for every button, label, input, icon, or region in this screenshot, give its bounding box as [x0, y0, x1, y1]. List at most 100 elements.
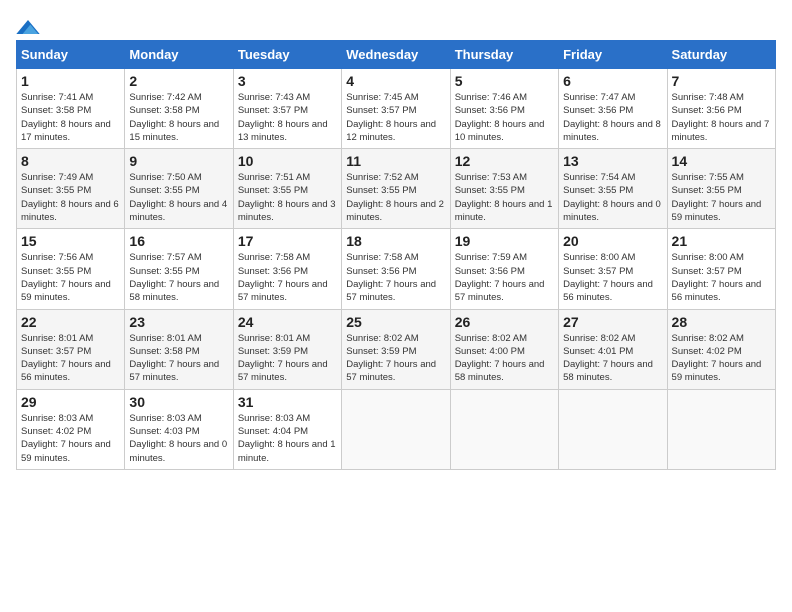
day-number: 28 — [672, 314, 771, 330]
day-number: 24 — [238, 314, 337, 330]
col-header-tuesday: Tuesday — [233, 41, 341, 69]
day-number: 30 — [129, 394, 228, 410]
calendar-cell — [342, 389, 450, 469]
calendar-cell: 7 Sunrise: 7:48 AMSunset: 3:56 PMDaylight… — [667, 69, 775, 149]
day-detail: Sunrise: 8:02 AMSunset: 4:01 PMDaylight:… — [563, 333, 653, 384]
col-header-thursday: Thursday — [450, 41, 558, 69]
day-number: 19 — [455, 233, 554, 249]
calendar-cell: 13 Sunrise: 7:54 AMSunset: 3:55 PMDayligh… — [559, 149, 667, 229]
day-detail: Sunrise: 8:02 AMSunset: 4:00 PMDaylight:… — [455, 333, 545, 384]
calendar-cell: 18Sunrise: 7:58 AMSunset: 3:56 PMDayligh… — [342, 229, 450, 309]
day-detail: Sunrise: 7:58 AMSunset: 3:56 PMDaylight:… — [346, 252, 436, 303]
day-number: 14 — [672, 153, 771, 169]
day-number: 16 — [129, 233, 228, 249]
day-detail: Sunrise: 8:03 AMSunset: 4:04 PMDaylight:… — [238, 413, 336, 464]
day-number: 25 — [346, 314, 445, 330]
day-detail: Sunrise: 7:55 AMSunset: 3:55 PMDaylight:… — [672, 172, 762, 223]
col-header-sunday: Sunday — [17, 41, 125, 69]
calendar-week-row: 15Sunrise: 7:56 AMSunset: 3:55 PMDayligh… — [17, 229, 776, 309]
day-detail: Sunrise: 7:58 AMSunset: 3:56 PMDaylight:… — [238, 252, 328, 303]
day-detail: Sunrise: 7:53 AMSunset: 3:55 PMDaylight:… — [455, 172, 553, 223]
calendar-cell: 31 Sunrise: 8:03 AMSunset: 4:04 PMDayligh… — [233, 389, 341, 469]
day-number: 31 — [238, 394, 337, 410]
calendar-cell: 21 Sunrise: 8:00 AMSunset: 3:57 PMDayligh… — [667, 229, 775, 309]
day-detail: Sunrise: 7:41 AMSunset: 3:58 PMDaylight:… — [21, 92, 111, 143]
calendar-cell: 17 Sunrise: 7:58 AMSunset: 3:56 PMDayligh… — [233, 229, 341, 309]
day-number: 17 — [238, 233, 337, 249]
day-number: 22 — [21, 314, 120, 330]
col-header-wednesday: Wednesday — [342, 41, 450, 69]
day-detail: Sunrise: 7:46 AMSunset: 3:56 PMDaylight:… — [455, 92, 545, 143]
day-detail: Sunrise: 8:02 AMSunset: 3:59 PMDaylight:… — [346, 333, 436, 384]
day-detail: Sunrise: 7:52 AMSunset: 3:55 PMDaylight:… — [346, 172, 444, 223]
day-number: 27 — [563, 314, 662, 330]
calendar-table: SundayMondayTuesdayWednesdayThursdayFrid… — [16, 40, 776, 470]
day-detail: Sunrise: 7:47 AMSunset: 3:56 PMDaylight:… — [563, 92, 661, 143]
day-detail: Sunrise: 7:50 AMSunset: 3:55 PMDaylight:… — [129, 172, 227, 223]
day-number: 7 — [672, 73, 771, 89]
day-detail: Sunrise: 8:03 AMSunset: 4:02 PMDaylight:… — [21, 413, 111, 464]
logo-icon — [16, 20, 40, 34]
calendar-cell: 14 Sunrise: 7:55 AMSunset: 3:55 PMDayligh… — [667, 149, 775, 229]
calendar-cell: 28 Sunrise: 8:02 AMSunset: 4:02 PMDayligh… — [667, 309, 775, 389]
calendar-cell: 27 Sunrise: 8:02 AMSunset: 4:01 PMDayligh… — [559, 309, 667, 389]
day-detail: Sunrise: 7:56 AMSunset: 3:55 PMDaylight:… — [21, 252, 111, 303]
day-detail: Sunrise: 8:01 AMSunset: 3:59 PMDaylight:… — [238, 333, 328, 384]
day-detail: Sunrise: 7:54 AMSunset: 3:55 PMDaylight:… — [563, 172, 661, 223]
day-number: 9 — [129, 153, 228, 169]
day-number: 21 — [672, 233, 771, 249]
day-detail: Sunrise: 7:45 AMSunset: 3:57 PMDaylight:… — [346, 92, 436, 143]
day-detail: Sunrise: 8:00 AMSunset: 3:57 PMDaylight:… — [672, 252, 762, 303]
calendar-cell: 22 Sunrise: 8:01 AMSunset: 3:57 PMDayligh… — [17, 309, 125, 389]
calendar-cell — [667, 389, 775, 469]
col-header-friday: Friday — [559, 41, 667, 69]
day-detail: Sunrise: 8:01 AMSunset: 3:58 PMDaylight:… — [129, 333, 219, 384]
logo — [16, 20, 42, 34]
day-detail: Sunrise: 8:02 AMSunset: 4:02 PMDaylight:… — [672, 333, 762, 384]
calendar-week-row: 29Sunrise: 8:03 AMSunset: 4:02 PMDayligh… — [17, 389, 776, 469]
calendar-cell: 16 Sunrise: 7:57 AMSunset: 3:55 PMDayligh… — [125, 229, 233, 309]
day-detail: Sunrise: 8:03 AMSunset: 4:03 PMDaylight:… — [129, 413, 227, 464]
col-header-saturday: Saturday — [667, 41, 775, 69]
day-number: 5 — [455, 73, 554, 89]
day-number: 23 — [129, 314, 228, 330]
day-number: 20 — [563, 233, 662, 249]
day-number: 8 — [21, 153, 120, 169]
calendar-cell: 3 Sunrise: 7:43 AMSunset: 3:57 PMDaylight… — [233, 69, 341, 149]
day-number: 10 — [238, 153, 337, 169]
calendar-cell: 1 Sunrise: 7:41 AMSunset: 3:58 PMDaylight… — [17, 69, 125, 149]
calendar-cell — [450, 389, 558, 469]
calendar-cell: 25 Sunrise: 8:02 AMSunset: 3:59 PMDayligh… — [342, 309, 450, 389]
calendar-cell: 9 Sunrise: 7:50 AMSunset: 3:55 PMDaylight… — [125, 149, 233, 229]
day-detail: Sunrise: 7:43 AMSunset: 3:57 PMDaylight:… — [238, 92, 328, 143]
day-detail: Sunrise: 8:01 AMSunset: 3:57 PMDaylight:… — [21, 333, 111, 384]
day-detail: Sunrise: 7:48 AMSunset: 3:56 PMDaylight:… — [672, 92, 770, 143]
calendar-cell: 26Sunrise: 8:02 AMSunset: 4:00 PMDayligh… — [450, 309, 558, 389]
calendar-cell: 2 Sunrise: 7:42 AMSunset: 3:58 PMDaylight… — [125, 69, 233, 149]
day-number: 12 — [455, 153, 554, 169]
day-number: 13 — [563, 153, 662, 169]
calendar-week-row: 1 Sunrise: 7:41 AMSunset: 3:58 PMDaylight… — [17, 69, 776, 149]
calendar-cell: 15Sunrise: 7:56 AMSunset: 3:55 PMDayligh… — [17, 229, 125, 309]
day-number: 1 — [21, 73, 120, 89]
calendar-cell: 8Sunrise: 7:49 AMSunset: 3:55 PMDaylight… — [17, 149, 125, 229]
day-detail: Sunrise: 7:59 AMSunset: 3:56 PMDaylight:… — [455, 252, 545, 303]
col-header-monday: Monday — [125, 41, 233, 69]
day-detail: Sunrise: 7:42 AMSunset: 3:58 PMDaylight:… — [129, 92, 219, 143]
calendar-cell: 12 Sunrise: 7:53 AMSunset: 3:55 PMDayligh… — [450, 149, 558, 229]
header — [16, 16, 776, 34]
calendar-header-row: SundayMondayTuesdayWednesdayThursdayFrid… — [17, 41, 776, 69]
day-detail: Sunrise: 8:00 AMSunset: 3:57 PMDaylight:… — [563, 252, 653, 303]
calendar-cell: 5 Sunrise: 7:46 AMSunset: 3:56 PMDaylight… — [450, 69, 558, 149]
day-number: 3 — [238, 73, 337, 89]
calendar-cell: 10Sunrise: 7:51 AMSunset: 3:55 PMDayligh… — [233, 149, 341, 229]
calendar-cell: 20 Sunrise: 8:00 AMSunset: 3:57 PMDayligh… — [559, 229, 667, 309]
day-detail: Sunrise: 7:57 AMSunset: 3:55 PMDaylight:… — [129, 252, 219, 303]
calendar-cell — [559, 389, 667, 469]
day-number: 2 — [129, 73, 228, 89]
calendar-cell: 11 Sunrise: 7:52 AMSunset: 3:55 PMDayligh… — [342, 149, 450, 229]
calendar-cell: 24 Sunrise: 8:01 AMSunset: 3:59 PMDayligh… — [233, 309, 341, 389]
calendar-week-row: 8Sunrise: 7:49 AMSunset: 3:55 PMDaylight… — [17, 149, 776, 229]
day-number: 11 — [346, 153, 445, 169]
calendar-week-row: 22 Sunrise: 8:01 AMSunset: 3:57 PMDayligh… — [17, 309, 776, 389]
